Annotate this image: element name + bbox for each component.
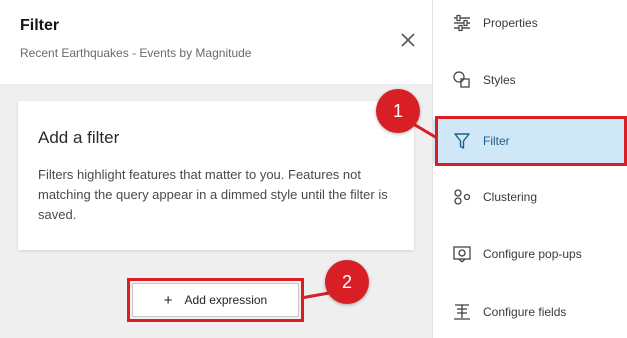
menu-item-filter[interactable]: Filter (433, 119, 627, 163)
menu-item-clustering[interactable]: Clustering (433, 175, 627, 219)
menu-item-configure-fields[interactable]: Configure fields (433, 290, 627, 334)
cluster-icon (451, 186, 473, 208)
panel-header: Filter Recent Earthquakes - Events by Ma… (0, 0, 432, 84)
menu-item-label: Properties (483, 16, 538, 30)
add-expression-label: Add expression (184, 293, 268, 307)
panel-subtitle: Recent Earthquakes - Events by Magnitude (20, 46, 252, 60)
add-filter-card: Add a filter Filters highlight features … (18, 101, 414, 250)
menu-item-properties[interactable]: Properties (433, 1, 627, 45)
sliders-icon (451, 12, 473, 34)
popup-icon (451, 243, 473, 265)
menu-item-label: Filter (483, 134, 510, 148)
panel-title: Filter (20, 17, 60, 34)
menu-item-label: Configure fields (483, 305, 567, 319)
menu-item-label: Clustering (483, 190, 538, 204)
fields-icon (451, 301, 473, 323)
side-menu: Properties Styles Filter Clustering Conf… (433, 0, 627, 338)
funnel-icon (451, 130, 473, 152)
close-icon (401, 33, 415, 47)
panel-body: Add a filter Filters highlight features … (0, 84, 432, 338)
menu-item-styles[interactable]: Styles (433, 58, 627, 102)
menu-item-label: Configure pop-ups (483, 247, 582, 261)
card-title: Add a filter (38, 128, 120, 147)
close-button[interactable] (396, 28, 420, 52)
plus-icon: + (163, 291, 173, 309)
callout-badge-1: 1 (376, 89, 420, 133)
callout-badge-2: 2 (325, 260, 369, 304)
shapes-icon (451, 69, 473, 91)
card-description: Filters highlight features that matter t… (38, 167, 388, 222)
add-expression-button[interactable]: + Add expression (132, 283, 299, 317)
menu-item-label: Styles (483, 73, 516, 87)
menu-item-configure-popups[interactable]: Configure pop-ups (433, 232, 627, 276)
